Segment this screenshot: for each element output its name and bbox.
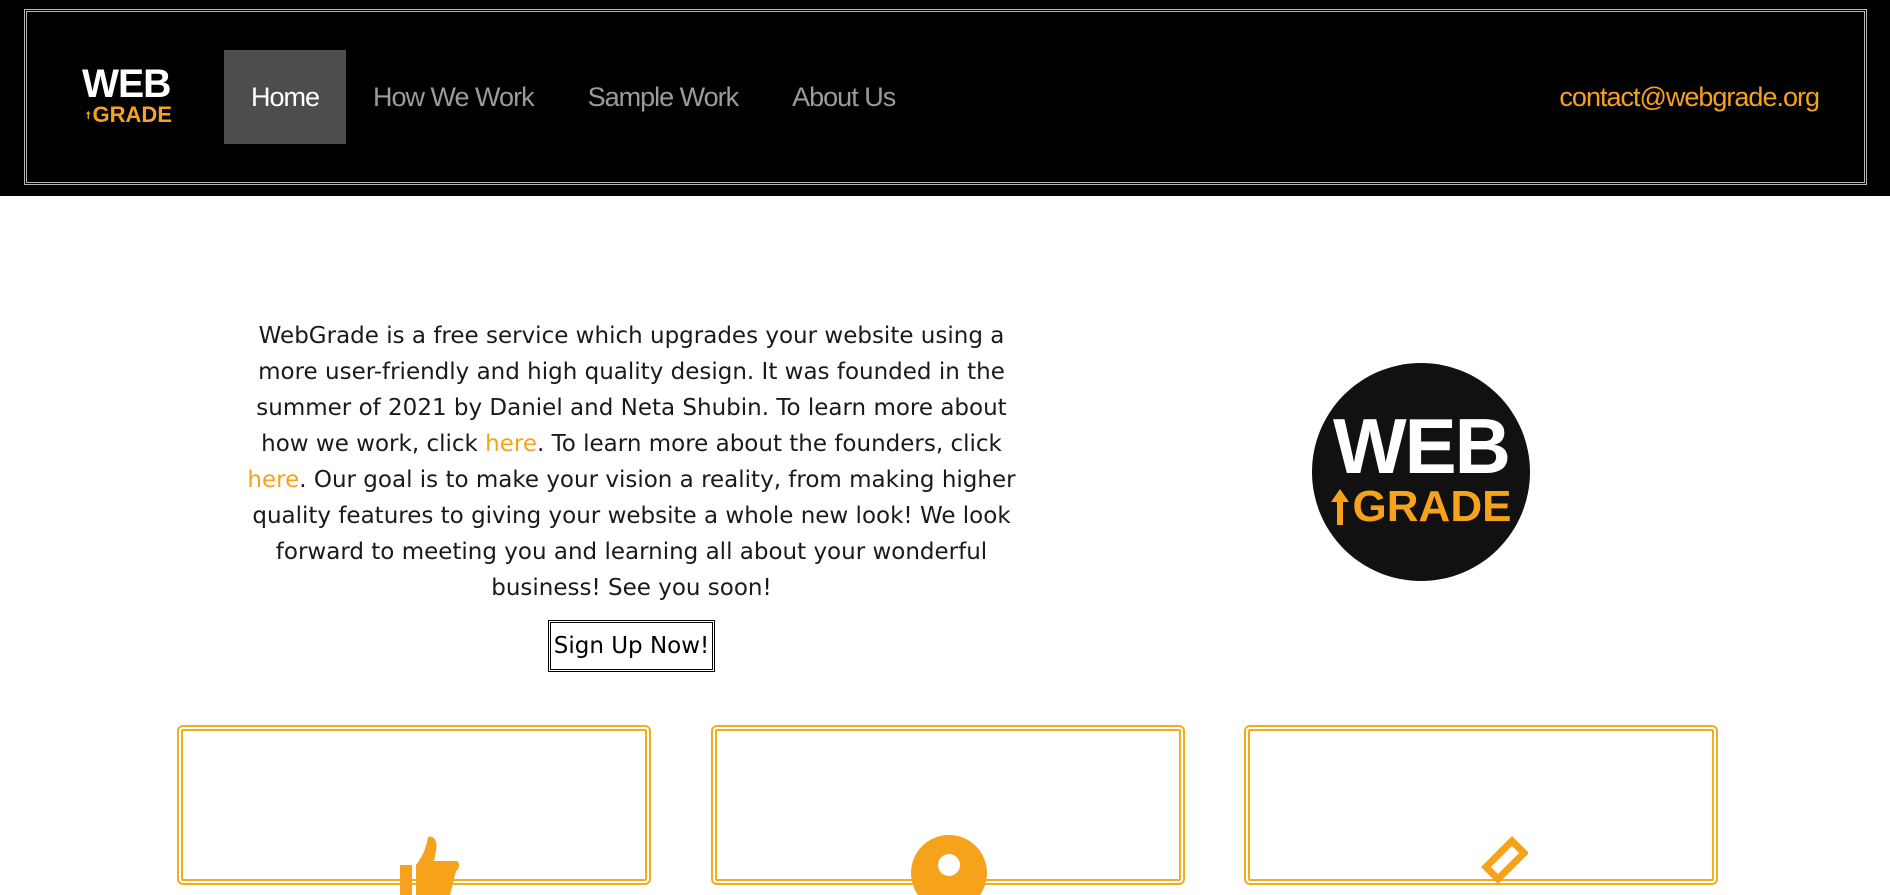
- logo-badge: WEB GRADE: [1312, 363, 1530, 581]
- sign-up-button[interactable]: Sign Up Now!: [548, 620, 715, 672]
- feature-card-1: [177, 725, 651, 895]
- user-icon: [911, 835, 987, 895]
- badge-grade-text: GRADE: [1352, 482, 1512, 531]
- intro-text-2: . To learn more about the founders, clic…: [537, 431, 1002, 457]
- nav-how-we-work[interactable]: How We Work: [346, 50, 561, 144]
- arrow-up-icon: [1330, 489, 1349, 525]
- badge-web-text: WEB: [1333, 402, 1511, 490]
- site-header: WEB GRADE Home How We Work Sample Work A…: [0, 0, 1890, 196]
- logo-grade-line: GRADE: [82, 104, 172, 126]
- pencil-icon: [1481, 836, 1528, 884]
- contact-email-link[interactable]: contact@webgrade.org: [1559, 82, 1820, 113]
- logo-web-text: WEB: [82, 62, 172, 106]
- logo-grade-text: GRADE: [92, 102, 172, 127]
- feature-card-3: [1244, 725, 1718, 885]
- arrow-up-icon: [86, 110, 91, 120]
- how-we-work-link[interactable]: here: [485, 431, 537, 457]
- nav-sample-work[interactable]: Sample Work: [561, 50, 766, 144]
- feature-card-2: [711, 725, 1185, 895]
- intro-text-3: . Our goal is to make your vision a real…: [252, 467, 1016, 601]
- intro-paragraph: WebGrade is a free service which upgrade…: [240, 318, 1023, 606]
- nav-about-us[interactable]: About Us: [765, 50, 922, 144]
- thumbs-up-icon: [400, 836, 459, 895]
- founders-link[interactable]: here: [247, 467, 299, 493]
- badge-grade-line: GRADE: [1312, 485, 1530, 529]
- main-nav: Home How We Work Sample Work About Us: [224, 50, 922, 144]
- nav-home[interactable]: Home: [224, 50, 347, 144]
- site-logo[interactable]: WEB GRADE: [82, 64, 172, 126]
